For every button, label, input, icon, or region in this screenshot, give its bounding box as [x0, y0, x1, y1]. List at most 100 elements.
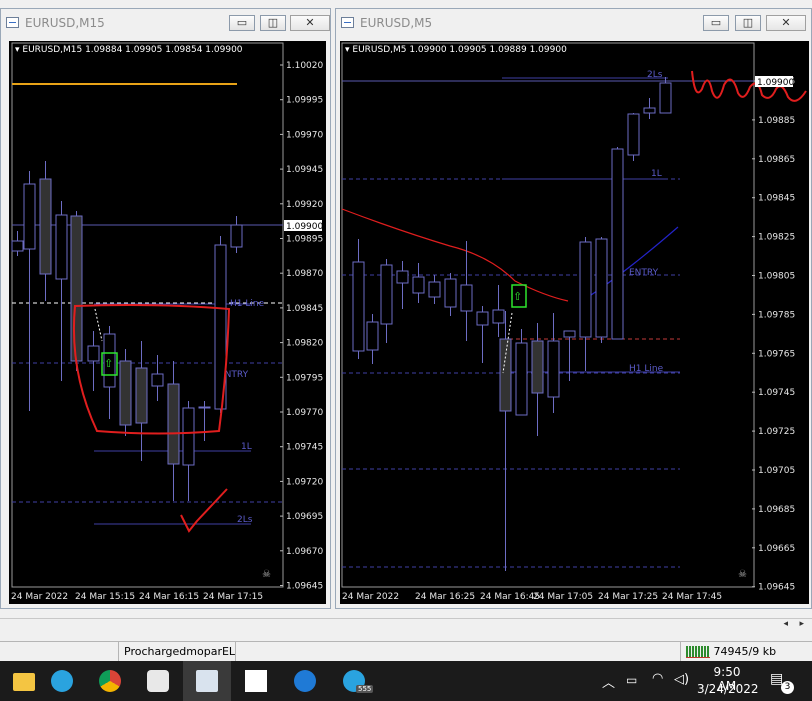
- volume-icon[interactable]: ◁): [674, 672, 689, 687]
- price-label: 1.09645: [286, 582, 323, 592]
- plot-frame: [341, 42, 755, 588]
- price-label: 1.09670: [286, 547, 323, 557]
- window-title: EURUSD,M15: [25, 16, 105, 30]
- title-bar[interactable]: EURUSD,M15 ▭ ◫ ✕: [1, 9, 330, 35]
- telegram-badge: 555: [356, 685, 374, 693]
- price-label: 1.09665: [758, 544, 795, 554]
- candle-body: [119, 360, 132, 426]
- h1-line-label: H1 Line: [230, 299, 265, 309]
- profile-name[interactable]: ProchargedmoparEL: [118, 642, 239, 662]
- price-label: 1.09725: [758, 427, 795, 437]
- chart-window-icon: [341, 17, 354, 28]
- candle-body: [643, 107, 656, 114]
- connection-status[interactable]: 74945/9 kb: [680, 642, 812, 662]
- candle-body: [380, 264, 393, 325]
- maximize-button[interactable]: ◫: [260, 15, 286, 31]
- time-label: 24 Mar 15:15: [75, 592, 135, 602]
- price-label: 1.09825: [758, 233, 795, 243]
- time-label: 24 Mar 16:15: [139, 592, 199, 602]
- chart-area[interactable]: ▾ EURUSD,M15 1.09884 1.09905 1.09854 1.0…: [9, 41, 326, 604]
- up-arrow-icon: ⇧: [513, 290, 522, 303]
- time-axis: 24 Mar 2022 24 Mar 15:15 24 Mar 16:15 24 Ma…: [11, 592, 263, 602]
- price-label: 1.10020: [286, 61, 323, 71]
- title-bar[interactable]: EURUSD,M5 ▭ ◫ ✕: [336, 9, 811, 35]
- price-label: 1.09885: [758, 116, 795, 126]
- scroll-left-icon[interactable]: ◂: [783, 619, 788, 629]
- candle-body: [396, 270, 409, 284]
- minimize-button[interactable]: ▭: [229, 15, 255, 31]
- close-button[interactable]: ✕: [766, 15, 806, 31]
- price-label: 1.09845: [286, 304, 323, 314]
- 2ls-label: 2Ls: [237, 515, 253, 525]
- chrome-button[interactable]: [86, 661, 134, 701]
- chart-window-icon: [6, 17, 19, 28]
- price-label: 1.09705: [758, 466, 795, 476]
- chart-area[interactable]: ▾ EURUSD,M5 1.09900 1.09905 1.09889 1.09…: [340, 41, 809, 604]
- maximize-button[interactable]: ◫: [735, 15, 761, 31]
- time-label: 24 Mar 2022: [342, 592, 399, 602]
- candle-body: [531, 340, 544, 394]
- candle-body: [167, 383, 180, 465]
- edge-button[interactable]: [281, 661, 329, 701]
- price-label: 1.09920: [286, 200, 323, 210]
- candle-body: [595, 238, 608, 338]
- candle-body: [476, 311, 489, 326]
- close-button[interactable]: ✕: [290, 15, 330, 31]
- candle-body: [230, 224, 243, 248]
- show-hidden-icons-icon[interactable]: ︿: [602, 672, 615, 691]
- one-click-trading-icon[interactable]: ☠: [738, 569, 747, 580]
- clock-date[interactable]: 3/24/2022: [697, 682, 759, 696]
- terminal-icon: [196, 670, 218, 692]
- candle-body: [412, 276, 425, 294]
- candle-body: [23, 183, 36, 250]
- time-label: 24 Mar 17:25: [598, 592, 658, 602]
- time-label: 24 Mar 2022: [11, 592, 68, 602]
- candle-body: [87, 345, 100, 362]
- chart-tabs-strip: ◂ ▸: [0, 618, 812, 631]
- price-label: 1.09970: [286, 130, 323, 140]
- candle-body: [563, 330, 576, 338]
- chart-header: ▾ EURUSD,M15 1.09884 1.09905 1.09854 1.0…: [15, 45, 243, 55]
- candle-body: [611, 148, 624, 340]
- price-axis: 1.10020 1.09995 1.09970 1.09945 1.09920 1.098…: [280, 61, 323, 592]
- scroll-right-icon[interactable]: ▸: [799, 619, 804, 629]
- candle-body: [492, 309, 505, 324]
- scissors-icon: [147, 670, 169, 692]
- time-label: 24 Mar 17:45: [662, 592, 722, 602]
- candle-body: [444, 278, 457, 308]
- price-label: 1.09845: [758, 194, 795, 204]
- chart-svg[interactable]: ▾ EURUSD,M15 1.09884 1.09905 1.09854 1.0…: [9, 41, 326, 604]
- price-label: 1.09695: [286, 512, 323, 522]
- candle-body: [366, 321, 379, 351]
- chart-svg[interactable]: ▾ EURUSD,M5 1.09900 1.09905 1.09889 1.09…: [340, 41, 809, 604]
- price-label: 1.09895: [286, 235, 323, 245]
- minimize-button[interactable]: ▭: [703, 15, 729, 31]
- wifi-icon[interactable]: ◠: [652, 671, 663, 686]
- candle-body: [11, 240, 24, 252]
- price-label: 1.09945: [286, 165, 323, 175]
- time-axis: 24 Mar 2022 24 Mar 16:25 24 Mar 16:4524 Ma…: [342, 592, 722, 602]
- traffic-text: 74945/9 kb: [713, 645, 777, 658]
- telegram-button[interactable]: [38, 661, 86, 701]
- price-label: 1.09805: [758, 272, 795, 282]
- candle-body: [182, 407, 195, 466]
- price-label: 1.09720: [286, 477, 323, 487]
- trading-terminal-button[interactable]: [183, 661, 231, 701]
- candle-body: [39, 178, 52, 275]
- price-label: 1.09745: [758, 388, 795, 398]
- candle-body: [70, 215, 83, 362]
- battery-icon[interactable]: ▭: [626, 673, 637, 687]
- price-label: 1.09785: [758, 310, 795, 320]
- status-empty: [235, 642, 681, 662]
- folder-icon: [13, 673, 35, 691]
- status-bar: ProchargedmoparEL 74945/9 kb: [0, 641, 812, 662]
- telegram-icon: [51, 670, 73, 692]
- one-click-trading-icon[interactable]: ☠: [262, 569, 271, 580]
- telegram-2-button[interactable]: 555: [330, 661, 378, 701]
- 2ls-label: 2Ls: [647, 70, 663, 80]
- 1l-label: 1L: [651, 169, 662, 179]
- price-label: 1.09685: [758, 505, 795, 515]
- notes-button[interactable]: [232, 661, 280, 701]
- price-label: 1.09770: [286, 408, 323, 418]
- snipping-tool-button[interactable]: [134, 661, 182, 701]
